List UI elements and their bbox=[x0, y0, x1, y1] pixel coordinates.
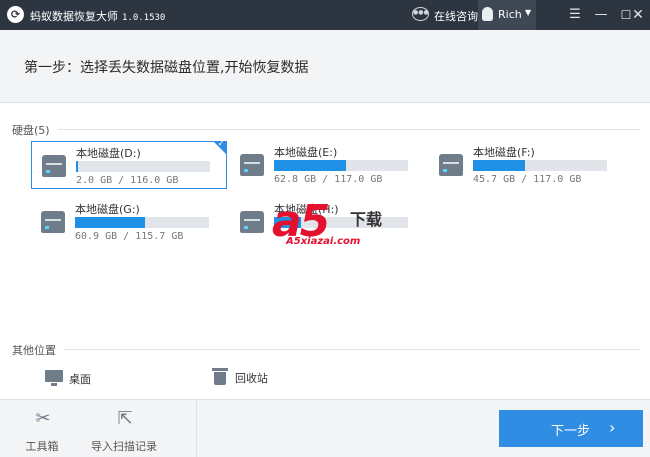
disk-name: 本地磁盘(D:) bbox=[76, 147, 141, 160]
watermark-logo: a5 下载 A5xiazai.com bbox=[266, 196, 396, 254]
footer-divider bbox=[196, 400, 197, 457]
disk-item-d[interactable]: ✓ 本地磁盘(D:) 2.0 GB / 116.0 GB bbox=[31, 139, 227, 189]
import-scan-button[interactable]: ⇱ 导入扫描记录 bbox=[84, 400, 164, 457]
menu-icon[interactable]: ☰ bbox=[564, 4, 586, 26]
disk-size: 45.7 GB / 117.0 GB bbox=[473, 174, 582, 185]
caret-down-icon: ▼ bbox=[525, 8, 532, 17]
disk-usage-fill bbox=[76, 161, 79, 172]
disk-size: 62.8 GB / 117.0 GB bbox=[274, 174, 383, 185]
title-bar: ⟳ 蚂蚁数据恢复大师 1.0.1530 ●●● 在线咨询 Rich ▼ ☰ — ☐… bbox=[0, 0, 650, 30]
disk-usage-fill bbox=[75, 217, 146, 228]
step-header: 第一步：选择丢失数据磁盘位置,开始恢复数据 bbox=[0, 30, 650, 103]
footer-toolbar: ✂ 工具箱 ⇱ 导入扫描记录 下一步 › bbox=[0, 399, 650, 457]
watermark-text: 下载 bbox=[350, 210, 383, 229]
user-menu[interactable]: Rich ▼ bbox=[478, 0, 536, 30]
step-title: 第一步：选择丢失数据磁盘位置,开始恢复数据 bbox=[24, 60, 309, 76]
disk-name: 本地磁盘(F:) bbox=[473, 146, 535, 159]
app-name: 蚂蚁数据恢复大师 bbox=[30, 10, 118, 23]
tools-icon: ✂ bbox=[35, 408, 51, 429]
monitor-icon bbox=[45, 370, 63, 386]
section-divider bbox=[58, 129, 640, 130]
disk-name: 本地磁盘(E:) bbox=[274, 146, 338, 159]
location-name: 桌面 bbox=[69, 373, 91, 386]
disk-usage-bar bbox=[76, 161, 210, 172]
other-section-label: 其他位置 bbox=[12, 344, 56, 357]
user-avatar-icon bbox=[482, 7, 493, 21]
online-consult-link[interactable]: 在线咨询 bbox=[434, 8, 478, 24]
disk-usage-fill bbox=[274, 160, 346, 171]
disk-item-e[interactable]: 本地磁盘(E:) 62.8 GB / 117.0 GB bbox=[230, 141, 426, 189]
disk-usage-fill bbox=[473, 160, 526, 171]
watermark-domain: A5xiazai.com bbox=[286, 236, 361, 247]
minimize-button[interactable]: — bbox=[590, 4, 612, 26]
checkmark-icon: ✓ bbox=[217, 139, 225, 149]
app-logo-icon: ⟳ bbox=[7, 6, 24, 23]
disk-usage-bar bbox=[75, 217, 209, 228]
username: Rich bbox=[498, 8, 522, 21]
app-title: 蚂蚁数据恢复大师 1.0.1530 bbox=[30, 8, 165, 24]
hard-drive-icon bbox=[41, 211, 65, 233]
hard-drive-icon bbox=[240, 211, 264, 233]
disk-usage-bar bbox=[473, 160, 607, 171]
hard-drive-icon bbox=[439, 154, 463, 176]
close-button[interactable]: ✕ bbox=[627, 4, 649, 26]
next-step-button[interactable]: 下一步 › bbox=[499, 410, 643, 447]
disk-item-g[interactable]: 本地磁盘(G:) 60.9 GB / 115.7 GB bbox=[31, 198, 227, 246]
location-name: 回收站 bbox=[235, 372, 268, 385]
disk-name: 本地磁盘(G:) bbox=[75, 203, 140, 216]
chevron-right-icon: › bbox=[609, 418, 616, 437]
chat-bubble-icon[interactable]: ●●● bbox=[412, 7, 429, 21]
next-label: 下一步 bbox=[551, 424, 591, 439]
app-version: 1.0.1530 bbox=[122, 13, 166, 23]
hard-drive-icon bbox=[42, 155, 66, 177]
section-divider bbox=[64, 349, 640, 350]
recycle-bin-icon bbox=[212, 367, 228, 385]
hard-drive-icon bbox=[240, 154, 264, 176]
disk-usage-bar bbox=[274, 160, 408, 171]
disk-item-f[interactable]: 本地磁盘(F:) 45.7 GB / 117.0 GB bbox=[429, 141, 625, 189]
import-scan-label: 导入扫描记录 bbox=[91, 440, 157, 453]
location-desktop[interactable]: 桌面 bbox=[45, 368, 125, 388]
disk-size: 60.9 GB / 115.7 GB bbox=[75, 231, 184, 242]
toolbox-label: 工具箱 bbox=[25, 440, 59, 453]
disks-section-label: 硬盘(5) bbox=[12, 124, 50, 137]
disk-size: 2.0 GB / 116.0 GB bbox=[76, 175, 179, 186]
location-recycle-bin[interactable]: 回收站 bbox=[211, 367, 301, 387]
toolbox-button[interactable]: ✂ 工具箱 bbox=[2, 400, 82, 457]
export-icon: ⇱ bbox=[117, 408, 133, 429]
